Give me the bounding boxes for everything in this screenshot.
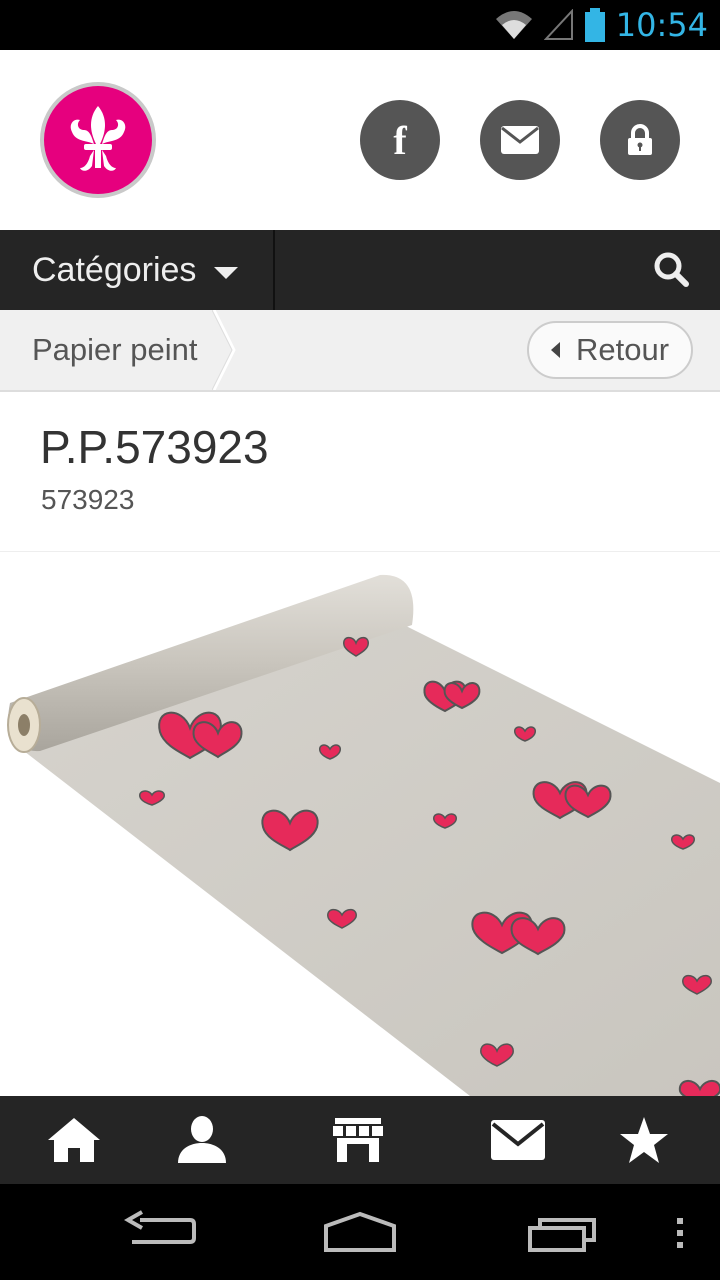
battery-icon [584,8,605,42]
wifi-icon [495,11,532,39]
product-image[interactable] [0,553,720,1096]
expand-icon[interactable] [638,575,692,629]
status-bar: 10:54 [0,0,720,50]
signal-icon [543,9,573,40]
product-header: P.P.573923 573923 [0,392,720,552]
back-label: Retour [575,332,670,367]
lock-icon [628,124,652,155]
clock: 10:54 [615,6,708,44]
wallpaper-roll-image [7,574,720,1096]
tab-store[interactable] [330,1114,386,1166]
home-icon [48,1118,100,1162]
back-button[interactable]: Retour [527,321,693,379]
app-header: f [0,50,720,230]
bottom-tab-bar [0,1096,720,1184]
search-button[interactable] [652,250,692,290]
nav-bar: Catégories [0,230,720,310]
tab-contact[interactable] [490,1114,546,1166]
login-button[interactable] [600,100,680,180]
fleur-de-lis-icon [70,106,126,171]
envelope-icon [491,1120,545,1160]
user-icon [178,1116,226,1163]
categories-label: Catégories [32,250,197,289]
product-reference: 573923 [41,484,135,515]
caret-left-icon [550,342,560,358]
mail-button[interactable] [480,100,560,180]
tab-account[interactable] [174,1114,230,1166]
recent-apps-icon[interactable] [526,1210,598,1254]
product-title: P.P.573923 [40,421,269,473]
facebook-button[interactable]: f [360,100,440,180]
store-icon [333,1118,383,1162]
facebook-icon: f [393,117,407,163]
caret-down-icon [214,267,239,279]
breadcrumb-current[interactable]: Papier peint [32,310,197,390]
search-icon [654,252,689,287]
home-icon[interactable] [322,1210,398,1254]
overflow-menu-icon[interactable] [674,1210,686,1254]
system-navigation-bar [0,1184,720,1280]
tab-home[interactable] [46,1114,102,1166]
envelope-icon [501,126,539,154]
star-icon [620,1117,668,1163]
categories-dropdown[interactable]: Catégories [0,230,275,310]
breadcrumb-separator [212,310,236,390]
back-icon[interactable] [124,1210,196,1254]
brand-logo[interactable] [40,82,156,198]
breadcrumb: Papier peint Retour [0,310,720,392]
tab-favorites[interactable] [616,1114,672,1166]
